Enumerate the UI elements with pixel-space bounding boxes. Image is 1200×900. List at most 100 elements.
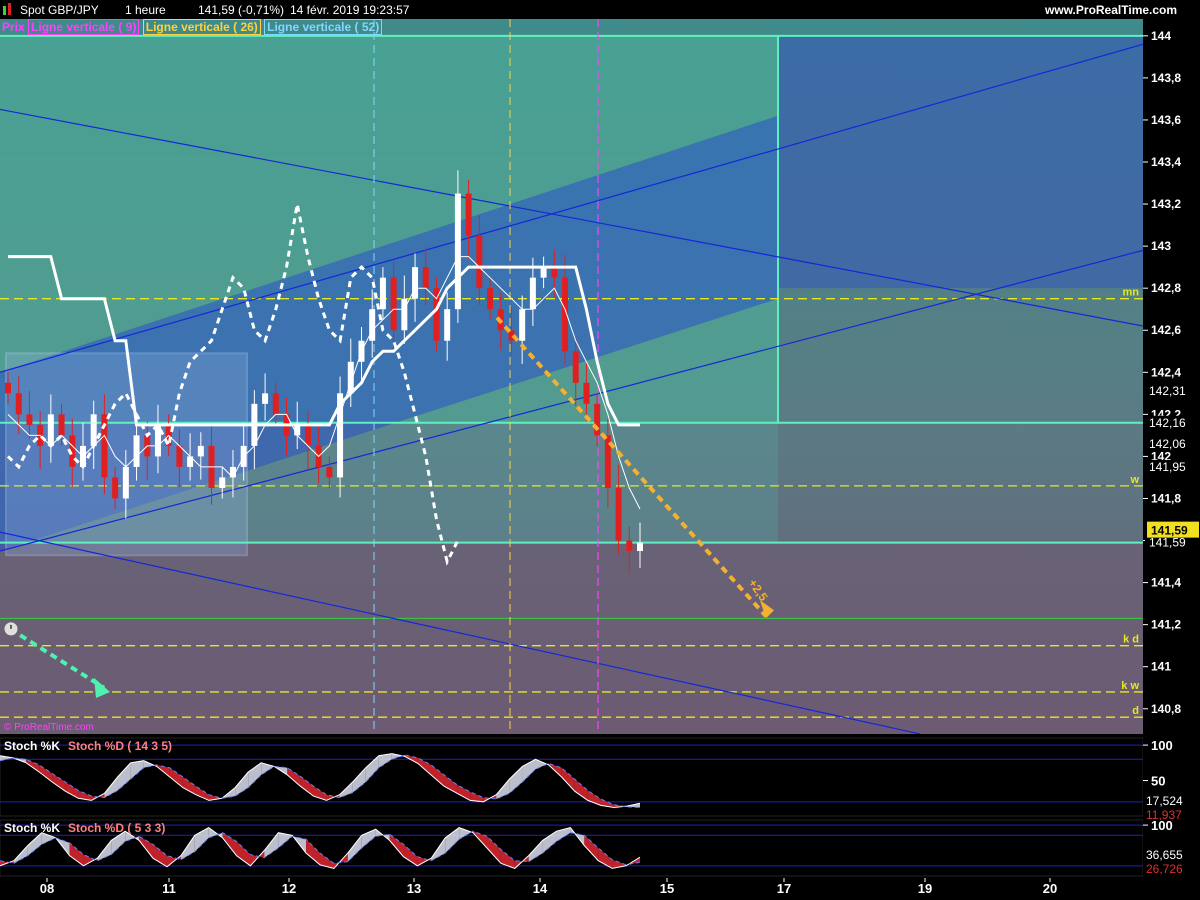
- timeframe-label[interactable]: 1 heure: [125, 3, 166, 17]
- stoch-pane-2-title-k: Stoch %K: [4, 821, 60, 835]
- y-tick-label: 143,2: [1151, 197, 1181, 211]
- x-tick-label: 20: [1043, 881, 1057, 896]
- datetime-label: 14 févr. 2019 19:23:57: [290, 3, 410, 17]
- stoch-pane-2-d-value: 26,726: [1146, 862, 1183, 876]
- candle-body: [112, 477, 119, 499]
- x-tick-label: 12: [282, 881, 296, 896]
- pivot-level-label: d: [1132, 705, 1139, 717]
- x-tick-label: 13: [407, 881, 421, 896]
- clock-icon[interactable]: [3, 621, 19, 637]
- price-tag-label: 141,95: [1149, 460, 1186, 474]
- candle-body: [15, 393, 22, 415]
- candle-body: [487, 288, 494, 310]
- stoch-pane-1-k-value: 17,524: [1146, 794, 1183, 808]
- x-tick-label: 08: [40, 881, 54, 896]
- candle-body: [122, 466, 129, 499]
- stoch-pane-2-title-d: Stoch %D ( 5 3 3): [68, 821, 165, 835]
- legend-vline-52[interactable]: Ligne verticale ( 52): [264, 19, 383, 35]
- y-tick-label: 141: [1151, 660, 1171, 674]
- candle-body: [294, 424, 301, 436]
- candle-body: [326, 466, 333, 478]
- chart-header: Spot GBP/JPY 1 heure 141,59 (-0,71%) 14 …: [0, 0, 1200, 19]
- legend-vline-26[interactable]: Ligne verticale ( 26): [142, 19, 261, 35]
- x-tick-label: 17: [777, 881, 791, 896]
- price-tag-label: 142,06: [1149, 437, 1186, 451]
- x-tick-label: 15: [660, 881, 674, 896]
- candle-body: [444, 309, 451, 341]
- legend-prix[interactable]: Prix: [2, 20, 25, 34]
- y-tick-label: 142,8: [1151, 281, 1181, 295]
- last-price-label: 141,59 (-0,71%): [198, 3, 285, 17]
- candle-body: [529, 277, 536, 310]
- candle-body: [615, 487, 622, 541]
- candle-body: [390, 277, 397, 331]
- legend-vline-9[interactable]: Ligne verticale ( 9): [28, 19, 140, 35]
- price-tag-label: 142,31: [1149, 384, 1186, 398]
- candle-body: [47, 414, 54, 446]
- zone-lower-purple: [0, 542, 1143, 734]
- candle-body: [422, 267, 429, 289]
- x-axis-background: [0, 878, 1200, 900]
- indicator-legend: Prix Ligne verticale ( 9) Ligne vertical…: [2, 19, 383, 36]
- candle-body: [465, 193, 472, 236]
- stoch-pane-1-tick-label: 100: [1151, 738, 1173, 753]
- site-label[interactable]: www.ProRealTime.com: [1045, 3, 1177, 17]
- candle-body: [583, 382, 590, 404]
- candle-body: [176, 445, 183, 467]
- stoch-pane-2-tick-label: 100: [1151, 818, 1173, 833]
- candle-body: [476, 235, 483, 289]
- candle-body: [551, 267, 558, 278]
- stoch-pane-1-tick-label: 50: [1151, 774, 1165, 789]
- y-tick-label: 143: [1151, 239, 1171, 253]
- y-tick-label: 142,4: [1151, 365, 1181, 379]
- chart-canvas[interactable]: +2,5144143,8143,6143,4143,2143142,8142,6…: [0, 0, 1200, 900]
- candle-body: [401, 298, 408, 331]
- x-tick-label: 11: [162, 881, 176, 896]
- candle-body: [90, 414, 97, 446]
- candle-body: [304, 424, 311, 446]
- stoch-pane-1-title-d: Stoch %D ( 14 3 5): [68, 739, 172, 753]
- symbol-label: Spot GBP/JPY: [20, 3, 99, 17]
- price-tag-label: 142,16: [1149, 416, 1186, 430]
- y-tick-label: 141,2: [1151, 618, 1181, 632]
- pivot-level-label: k w: [1121, 680, 1139, 692]
- y-tick-label: 143,4: [1151, 155, 1181, 169]
- y-tick-label: 140,8: [1151, 702, 1181, 716]
- pivot-level-label: w: [1129, 474, 1139, 486]
- y-tick-label: 141,8: [1151, 491, 1181, 505]
- y-tick-label: 143,8: [1151, 71, 1181, 85]
- bars-icon: [3, 3, 12, 15]
- y-tick-label: 142,6: [1151, 323, 1181, 337]
- pivot-level-label: k d: [1123, 634, 1139, 646]
- candle-body: [133, 435, 140, 467]
- y-tick-label: 143,6: [1151, 113, 1181, 127]
- candle-body: [412, 267, 419, 299]
- candle-body: [572, 351, 579, 383]
- candle-body: [262, 393, 269, 404]
- candle-body: [454, 193, 461, 310]
- candle-body: [637, 542, 643, 552]
- candle-body: [5, 382, 11, 394]
- candle-body: [594, 403, 601, 436]
- candle-body: [540, 267, 547, 278]
- x-tick-label: 14: [533, 881, 548, 896]
- watermark: © ProRealTime.com: [4, 722, 94, 733]
- x-tick-label: 19: [918, 881, 932, 896]
- candle-body: [519, 309, 526, 341]
- candle-body: [272, 393, 279, 415]
- stoch-pane-1-title-k: Stoch %K: [4, 739, 60, 753]
- candle-body: [58, 414, 65, 436]
- candle-body: [26, 414, 33, 425]
- candle-body: [219, 477, 226, 488]
- candle-body: [626, 540, 633, 552]
- zone-blue: [778, 35, 1143, 289]
- y-tick-label: 141,4: [1151, 576, 1181, 590]
- y-tick-label: 144: [1151, 29, 1171, 43]
- current-price-label: 141,59: [1151, 524, 1188, 538]
- pivot-level-label: mn: [1123, 287, 1140, 299]
- stoch-pane-2-k-value: 36,655: [1146, 848, 1183, 862]
- candle-body: [197, 445, 204, 457]
- candle-body: [369, 309, 376, 341]
- price-tag-label: 141,59: [1149, 536, 1186, 550]
- candle-body: [379, 277, 386, 310]
